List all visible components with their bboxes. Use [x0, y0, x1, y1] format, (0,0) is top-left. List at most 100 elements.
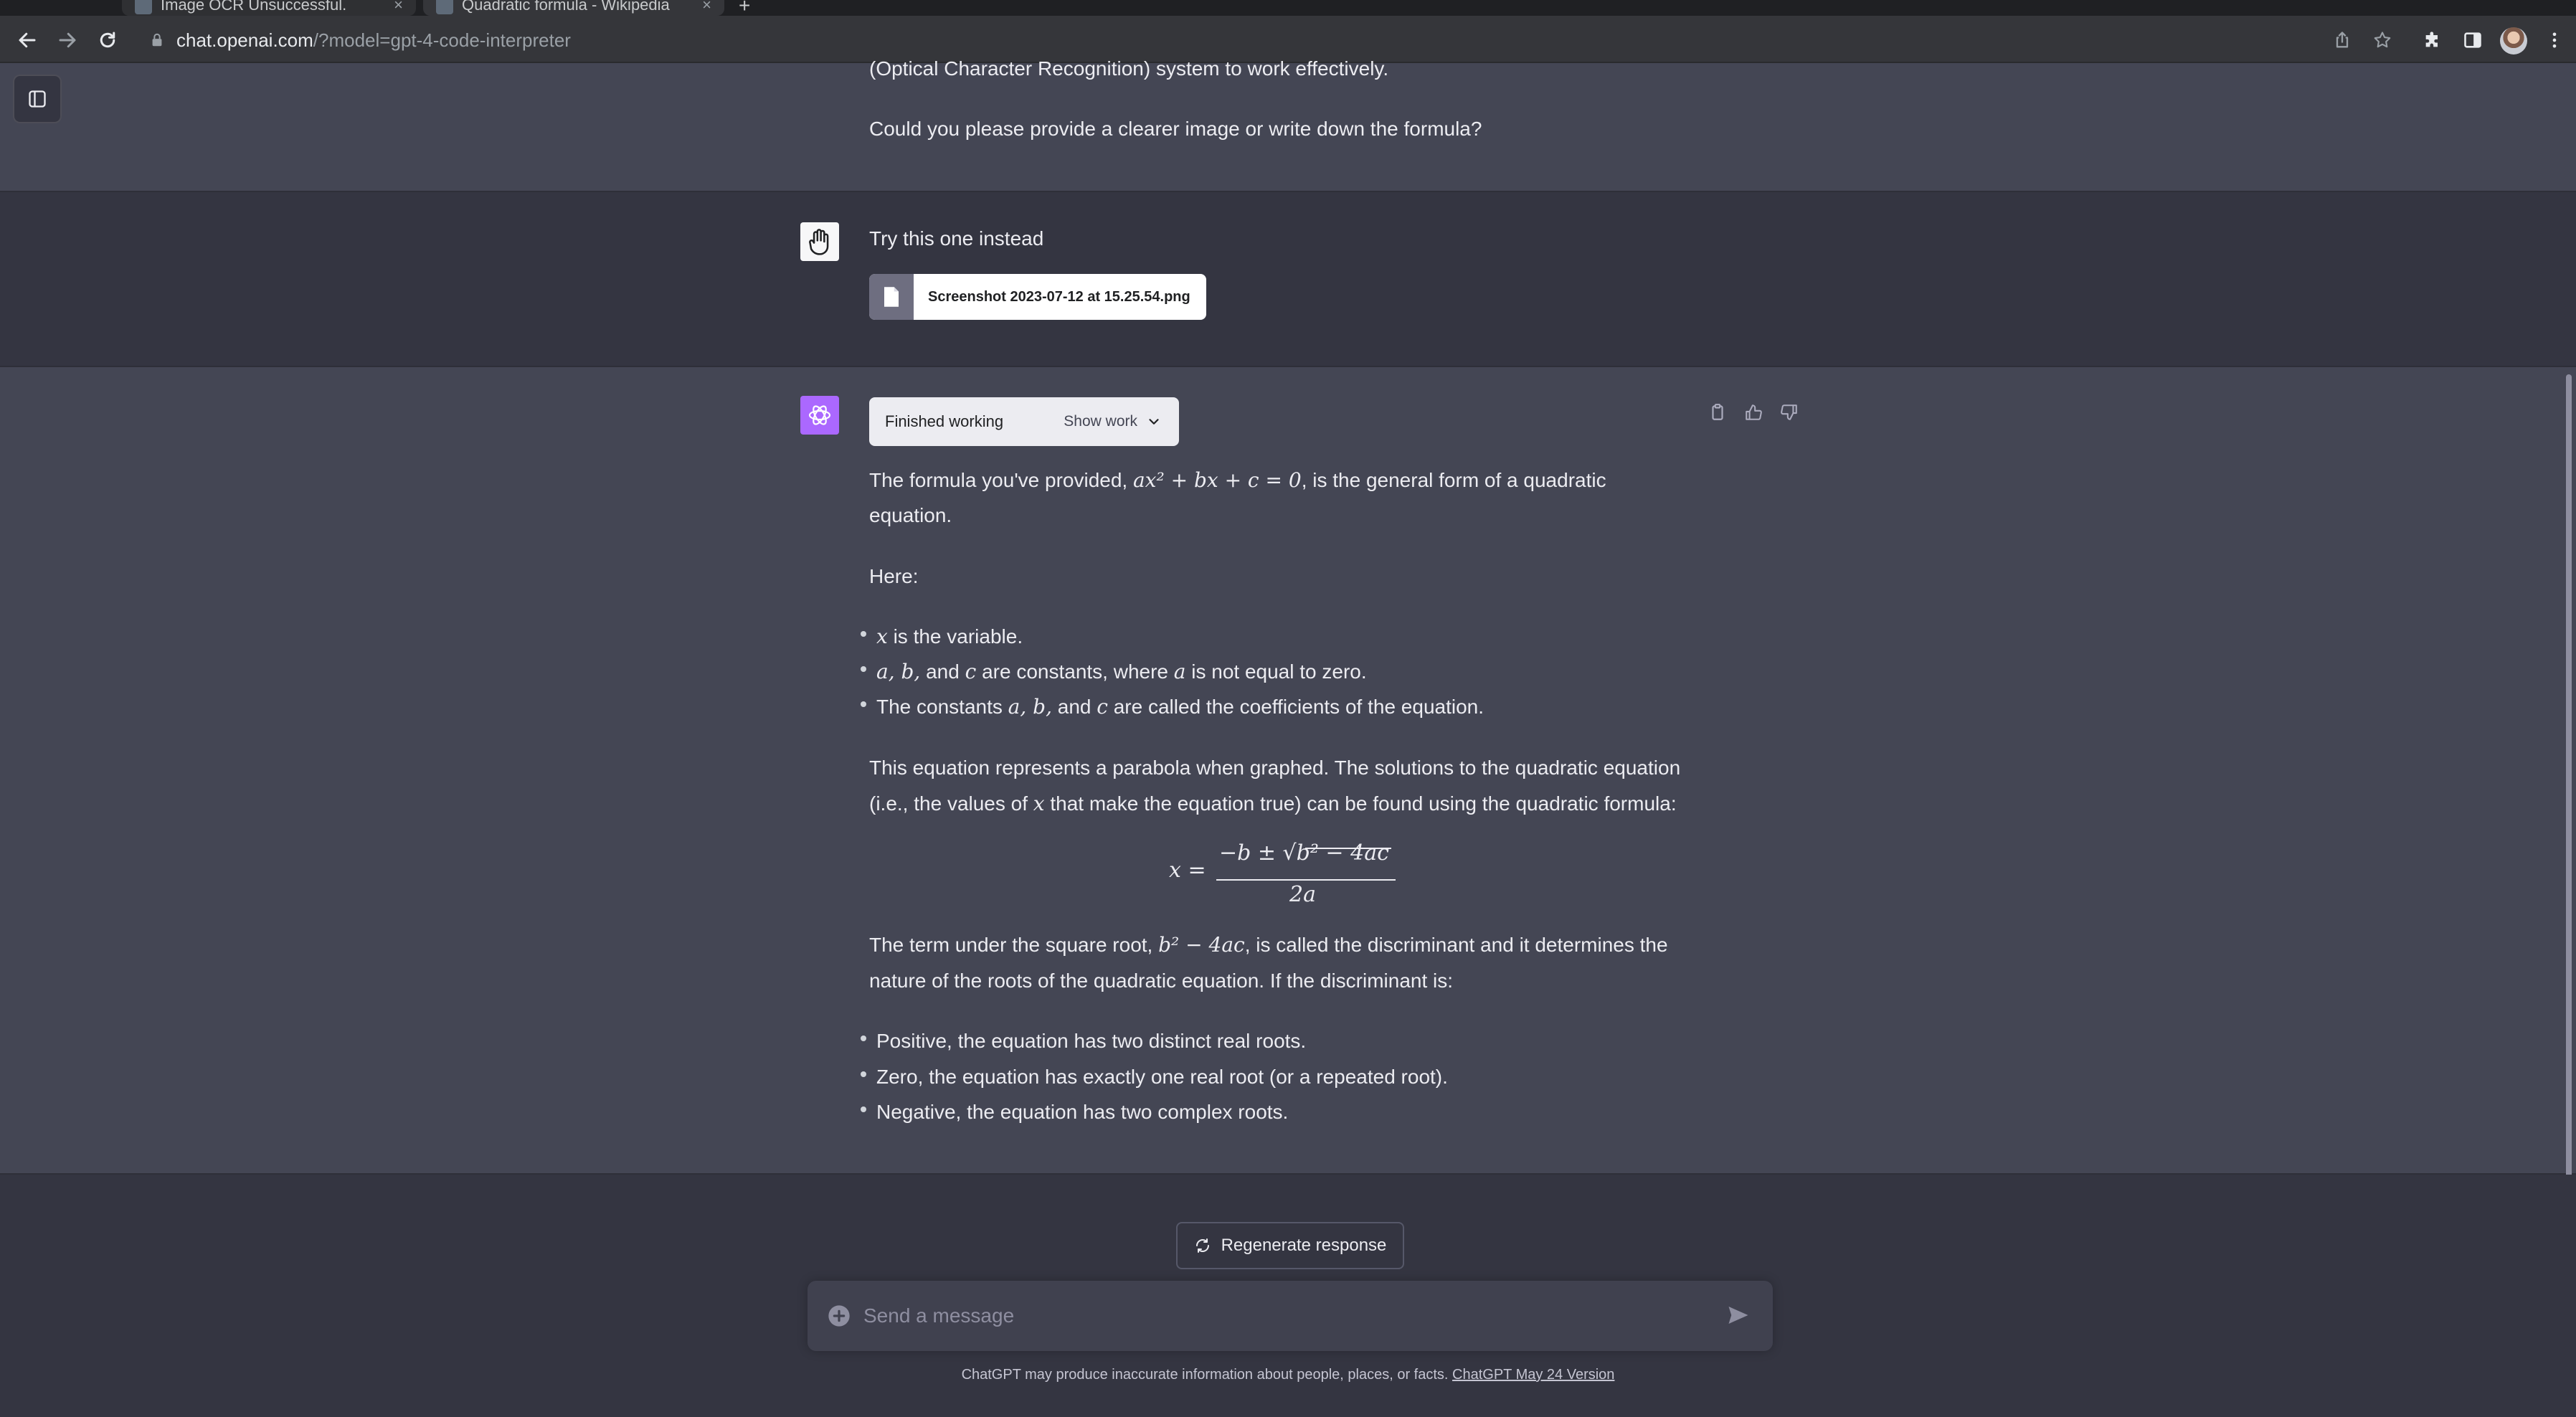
list-item: The constants a, b, and c are called the… [876, 689, 1484, 725]
math-inline: x [876, 625, 888, 648]
message-input[interactable] [863, 1297, 1695, 1335]
math-inline: b² − 4ac [1158, 933, 1245, 957]
sidebar-toggle-button[interactable] [13, 75, 62, 123]
wikipedia-favicon-icon [436, 0, 453, 14]
list-item: x is the variable. [876, 619, 1023, 655]
message-text: (Optical Character Recognition) system t… [869, 57, 1389, 80]
tab-close-icon[interactable]: × [394, 0, 403, 14]
openai-favicon-icon [135, 0, 152, 14]
star-icon [2374, 32, 2391, 48]
thumbs-up-icon [1746, 404, 1762, 420]
text-run: The term under the square root, [869, 934, 1159, 956]
file-attachment[interactable]: Screenshot 2023-07-12 at 15.25.54.png [869, 274, 1206, 320]
thumbs-up-button[interactable] [1741, 400, 1766, 425]
regenerate-response-button[interactable]: Regenerate response [1176, 1222, 1404, 1269]
back-button[interactable] [11, 24, 43, 56]
bullet-dot [861, 1036, 866, 1041]
answer-paragraph: The term under the square root, b² − 4ac… [869, 927, 1668, 963]
code-interpreter-status: Finished working Show work [869, 397, 1179, 446]
user-avatar [800, 222, 839, 261]
tab-title: Quadratic formula - Wikipedia [462, 0, 670, 14]
file-name: Screenshot 2023-07-12 at 15.25.54.png [928, 288, 1190, 305]
math-inline: ax² + bx + c = 0 [1132, 468, 1302, 492]
answer-paragraph: This equation represents a parabola when… [869, 757, 1681, 779]
formula-denominator: 2a [1289, 882, 1316, 907]
answer-paragraph: The formula you've provided, ax² + bx + … [869, 463, 1606, 498]
here-label: Here: [869, 565, 919, 587]
math-inline: c [1097, 695, 1108, 719]
bookmark-button[interactable] [2367, 24, 2398, 56]
message-text: Could you please provide a clearer image… [869, 118, 1482, 140]
sqrt-overline [1305, 848, 1391, 849]
sidebar-icon [29, 90, 46, 108]
bullet-dot [861, 1071, 866, 1077]
plus-circle-icon[interactable] [828, 1304, 851, 1327]
kebab-menu-icon [2552, 32, 2557, 48]
clipboard-icon [1712, 404, 1723, 420]
quadratic-formula: x = −b ± √b² − 4ac 2a [1169, 840, 1398, 916]
formula-numerator: −b ± √b² − 4ac [1219, 840, 1389, 866]
url-path: /?model=gpt-4-code-interpreter [313, 29, 571, 51]
disclaimer-text: ChatGPT may produce inaccurate informati… [961, 1367, 1449, 1383]
math-inline: c [965, 660, 977, 683]
tab-close-icon[interactable]: × [702, 0, 711, 14]
share-button[interactable] [2326, 24, 2358, 56]
answer-paragraph-cont: (i.e., the values of x that make the equ… [869, 786, 1677, 822]
fraction-bar [1216, 879, 1396, 881]
list-item: Zero, the equation has exactly one real … [876, 1066, 1448, 1088]
thumbs-down-button[interactable] [1777, 400, 1801, 425]
text-run: The constants [876, 696, 1008, 718]
send-icon[interactable] [1725, 1302, 1751, 1328]
extensions-button[interactable] [2417, 24, 2448, 56]
bullet-dot [861, 631, 866, 637]
text-run: , is the general form of a quadratic [1301, 469, 1606, 491]
browser-tab[interactable]: Image OCR Unsuccessful. × [122, 0, 416, 16]
arrow-right-icon [59, 32, 76, 48]
bullet-dot [861, 1106, 866, 1112]
status-label: Finished working [885, 412, 1004, 430]
share-icon [2336, 32, 2349, 48]
file-icon [869, 274, 914, 320]
message-composer [808, 1281, 1773, 1351]
copy-button[interactable] [1705, 400, 1730, 425]
math-inline: a, b, [1008, 695, 1052, 719]
openai-logo-icon [808, 405, 831, 425]
side-panel-icon [2464, 32, 2481, 48]
forward-button[interactable] [52, 24, 83, 56]
chevron-down-icon[interactable] [1146, 414, 1162, 430]
reload-button[interactable] [92, 24, 123, 56]
show-work-button[interactable]: Show work [1064, 413, 1137, 430]
browser-tab[interactable]: Quadratic formula - Wikipedia × [423, 0, 724, 16]
text-run: The formula you've provided, [869, 469, 1133, 491]
list-item: a, b, and c are constants, where a is no… [876, 654, 1367, 690]
url-host: chat.openai.com [176, 29, 313, 51]
version-link[interactable]: ChatGPT May 24 Version [1452, 1367, 1614, 1383]
text-run: that make the equation true) can be foun… [1044, 792, 1677, 815]
refresh-icon [1195, 1238, 1209, 1253]
bullet-dot [861, 666, 866, 672]
side-panel-button[interactable] [2457, 24, 2489, 56]
puzzle-icon [2425, 32, 2438, 47]
math-inline: x [1033, 792, 1045, 815]
reload-icon [100, 32, 115, 48]
math-inline: a, b, [876, 660, 921, 683]
text-run: and [1051, 696, 1097, 718]
browser-menu-button[interactable] [2539, 24, 2570, 56]
text-run: (i.e., the values of [869, 792, 1033, 815]
answer-paragraph-cont: equation. [869, 504, 952, 526]
arrow-left-icon [19, 32, 36, 48]
address-bar[interactable]: chat.openai.com /?model=gpt-4-code-inter… [139, 26, 2362, 54]
text-run: , is called the discriminant and it dete… [1244, 934, 1668, 956]
formula-lhs: x = [1169, 858, 1206, 883]
tab-title: Image OCR Unsuccessful. [161, 0, 347, 14]
profile-avatar[interactable] [2500, 27, 2527, 54]
answer-paragraph-cont: nature of the roots of the quadratic equ… [869, 970, 1454, 992]
text-run: is not equal to zero. [1185, 660, 1367, 683]
new-tab-button[interactable]: + [739, 0, 750, 17]
user-message-text: Try this one instead [869, 227, 1044, 250]
regenerate-label: Regenerate response [1221, 1236, 1387, 1255]
list-item: Negative, the equation has two complex r… [876, 1101, 1289, 1123]
text-run: are constants, where [976, 660, 1174, 683]
chatgpt-avatar [800, 396, 839, 435]
lock-icon [152, 33, 162, 47]
